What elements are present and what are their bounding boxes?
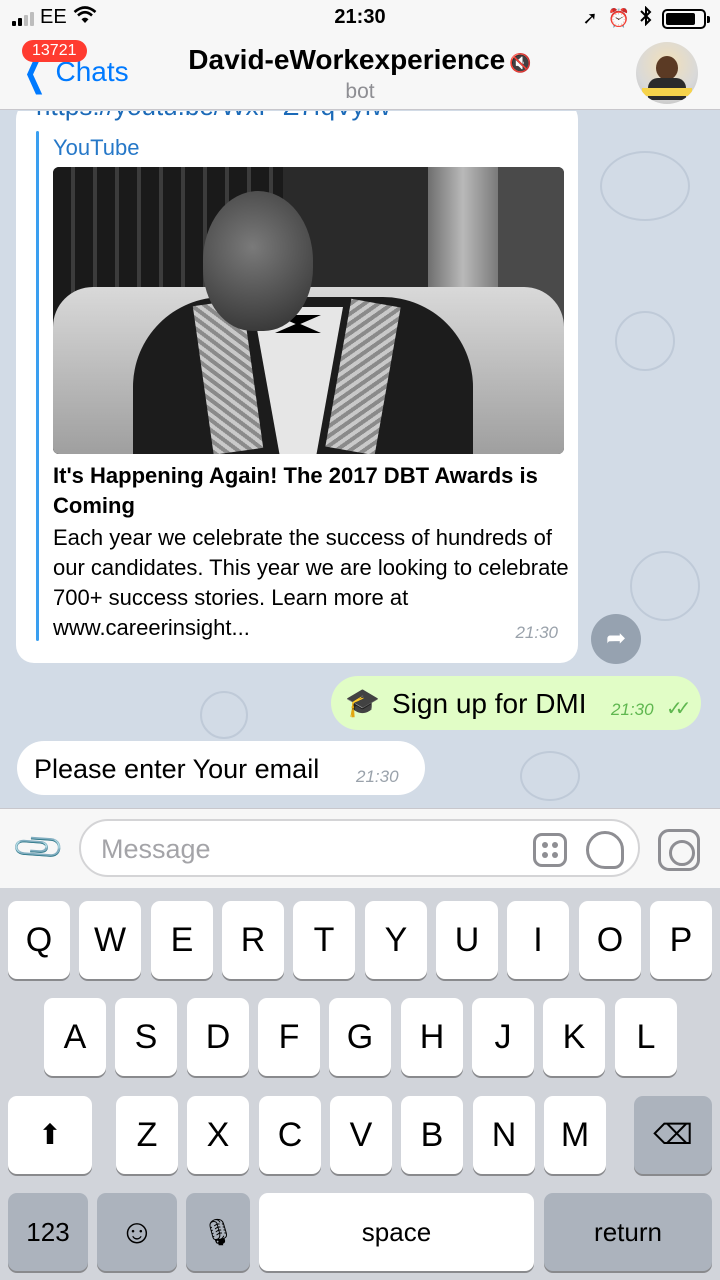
unread-badge: 13721 [22,40,87,62]
bot-commands-icon[interactable] [533,833,567,867]
return-key[interactable]: return [544,1193,712,1271]
dictation-mic-key[interactable]: 🎙 [186,1193,250,1271]
key-m[interactable]: M [544,1096,606,1174]
keyboard: Q W E R T Y U I O P A S D F G H J K L ⬆ … [0,888,720,1280]
message-list[interactable]: https://youtu.be/WxF-Z7fqVyfw YouTube It… [0,111,720,808]
emoji-key[interactable]: ☺ [97,1193,177,1271]
key-w[interactable]: W [79,901,141,979]
key-f[interactable]: F [258,998,320,1076]
key-g[interactable]: G [329,998,391,1076]
backspace-key[interactable]: ⌫ [634,1096,712,1174]
wallpaper-doodle [200,691,248,739]
key-j[interactable]: J [472,998,534,1076]
key-p[interactable]: P [650,901,712,979]
avatar[interactable] [636,42,698,104]
key-d[interactable]: D [187,998,249,1076]
message-text: Sign up for DMI [392,688,587,719]
video-thumbnail[interactable] [53,167,564,454]
chat-title-text: David-eWorkexperience [188,44,506,75]
share-arrow-icon: ➦ [605,625,627,652]
bluetooth-icon [640,5,652,31]
space-key[interactable]: space [259,1193,534,1271]
message-time: 21:30 [356,767,399,786]
key-b[interactable]: B [401,1096,463,1174]
link-preview-site: YouTube [53,135,140,160]
message-bubble-link-preview[interactable]: https://youtu.be/WxF-Z7fqVyfw YouTube It… [16,111,578,663]
message-link[interactable]: https://youtu.be/WxF-Z7fqVyfw [36,111,391,125]
link-preview-description: Each year we celebrate the success of hu… [53,525,569,640]
numbers-key[interactable]: 123 [8,1193,88,1271]
key-u[interactable]: U [436,901,498,979]
wallpaper-doodle [520,751,580,801]
key-r[interactable]: R [222,901,284,979]
key-l[interactable]: L [615,998,677,1076]
key-n[interactable]: N [473,1096,535,1174]
camera-icon[interactable] [658,829,700,871]
key-c[interactable]: C [259,1096,321,1174]
muted-speaker-icon: 🔇 [509,53,532,73]
key-v[interactable]: V [330,1096,392,1174]
status-right: ➚ ⏰ [582,5,710,31]
link-preview-accent [36,131,39,641]
key-k[interactable]: K [543,998,605,1076]
wallpaper-doodle [615,311,675,371]
read-checkmarks-icon: ✓✓ [666,698,691,720]
key-h[interactable]: H [401,998,463,1076]
battery-icon [662,8,710,29]
message-bubble-incoming[interactable]: Please enter Your email 21:30 [17,741,425,795]
share-button[interactable]: ➦ [591,614,641,664]
chat-subtitle: bot [345,80,375,103]
chat-header: ❮ Chats 13721 David-eWorkexperience 🔇 bot [0,36,720,110]
message-time: 21:30 [515,623,558,642]
sticker-icon[interactable] [586,831,624,869]
wallpaper-doodle [630,551,700,621]
message-input-container[interactable] [79,819,640,877]
key-y[interactable]: Y [365,901,427,979]
wallpaper-doodle [600,151,690,221]
message-input[interactable] [101,833,521,865]
message-bubble-outgoing[interactable]: 🎓 Sign up for DMI 21:30 ✓✓ [331,676,701,730]
composer: 📎 [0,808,720,888]
location-arrow-icon: ➚ [582,8,598,28]
key-x[interactable]: X [187,1096,249,1174]
graduation-cap-emoji: 🎓 [345,687,380,718]
key-i[interactable]: I [507,901,569,979]
attach-paperclip-icon[interactable]: 📎 [8,819,67,878]
key-e[interactable]: E [151,901,213,979]
status-bar: EE 21:30 ➚ ⏰ [0,0,720,36]
chat-title[interactable]: David-eWorkexperience 🔇 [180,44,540,76]
key-s[interactable]: S [115,998,177,1076]
alarm-icon: ⏰ [607,8,630,28]
key-z[interactable]: Z [116,1096,178,1174]
key-o[interactable]: O [579,901,641,979]
message-text: Please enter Your email [34,754,320,784]
shift-key[interactable]: ⬆ [8,1096,92,1174]
key-a[interactable]: A [44,998,106,1076]
key-t[interactable]: T [293,901,355,979]
link-preview-title: It's Happening Again! The 2017 DBT Award… [53,463,538,518]
message-time: 21:30 [611,700,654,719]
key-q[interactable]: Q [8,901,70,979]
